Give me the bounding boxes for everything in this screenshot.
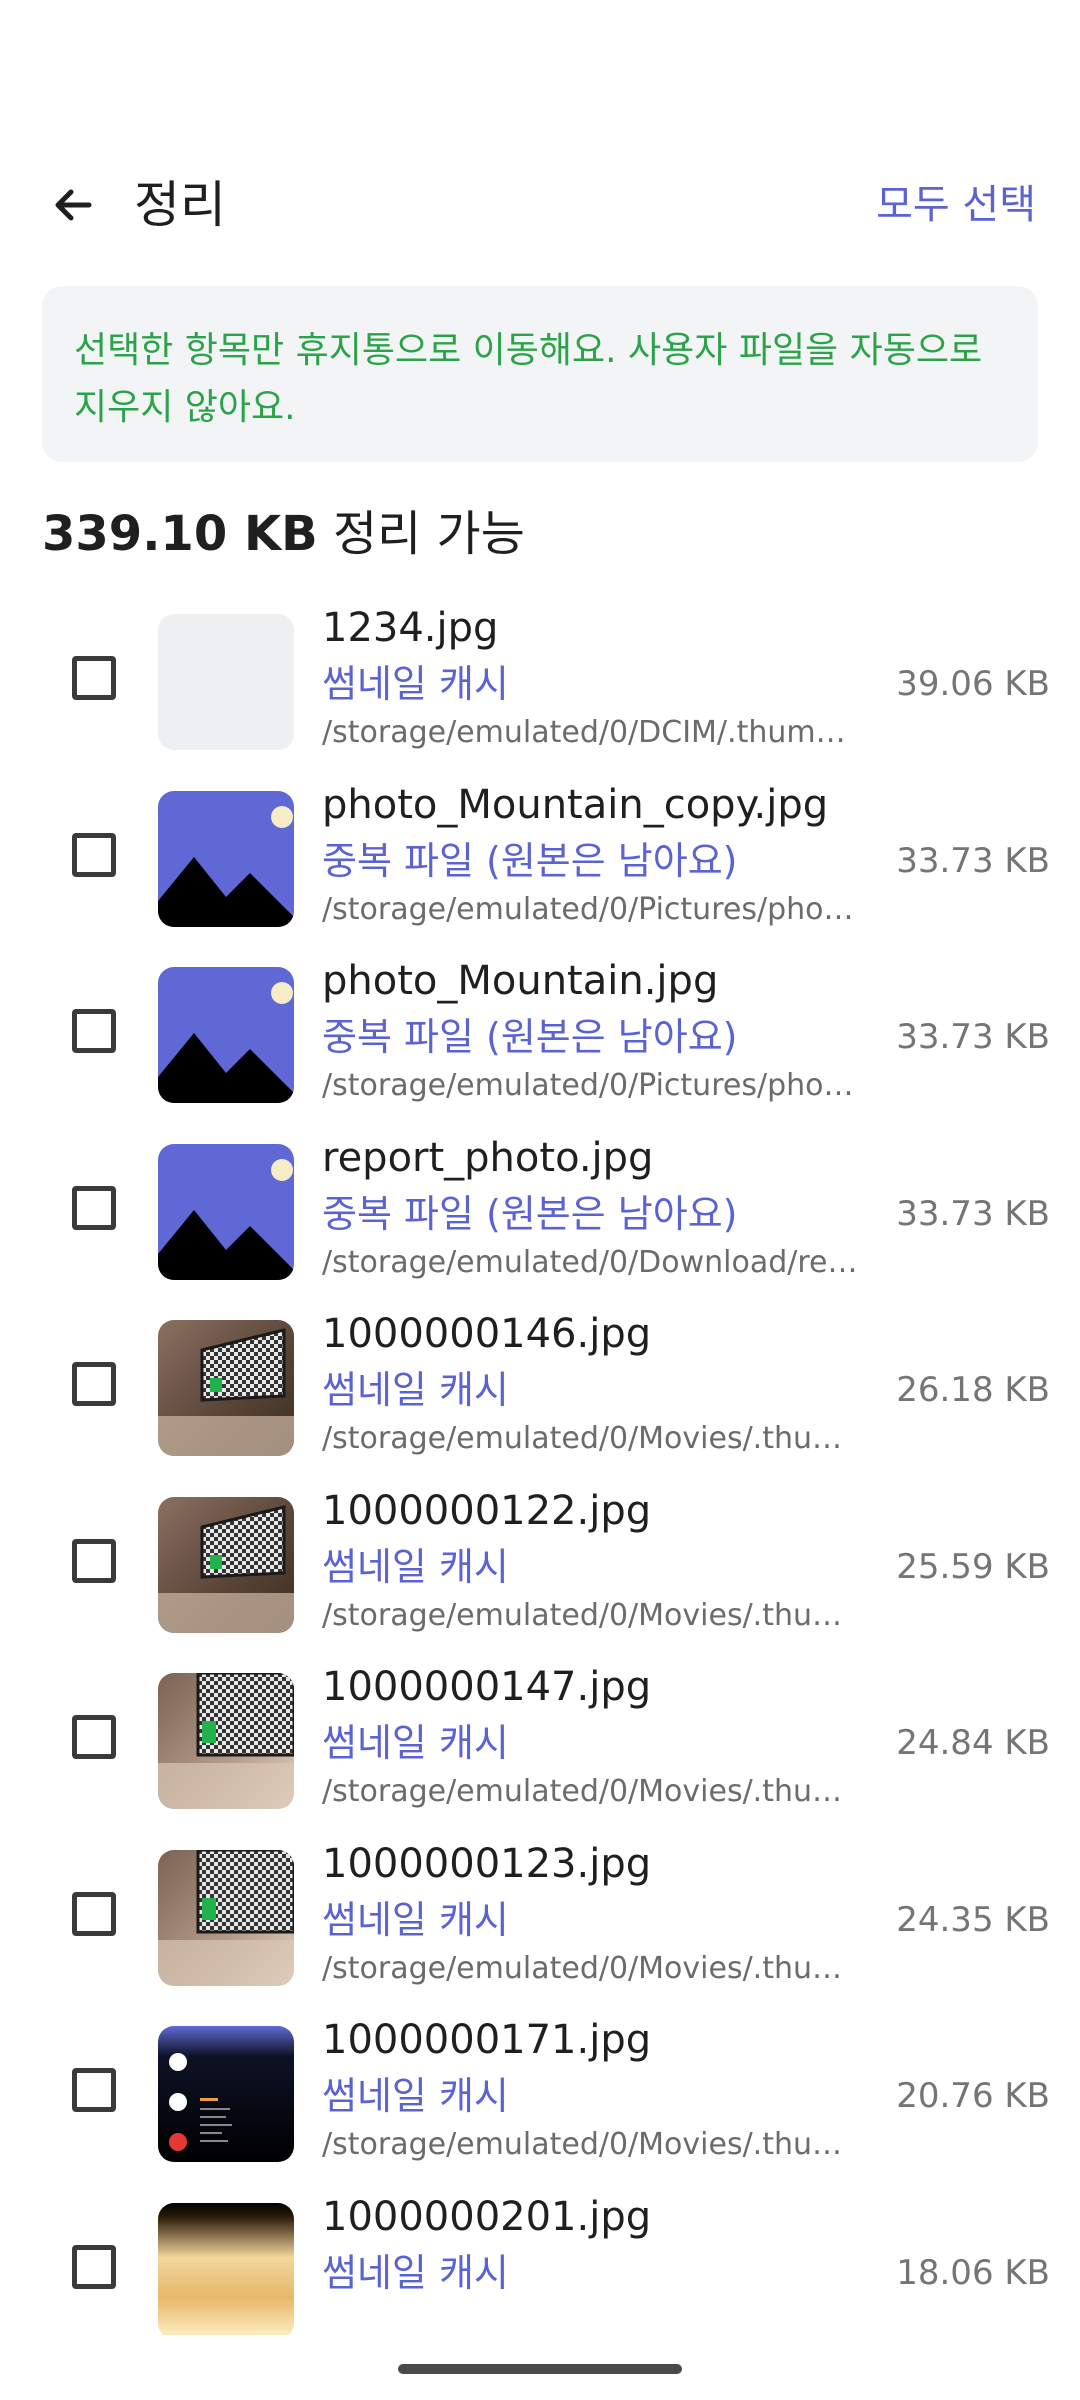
file-thumbnail (158, 614, 294, 750)
file-size: 26.18 KB (896, 1370, 1050, 1410)
file-name: report_photo.jpg (322, 1135, 654, 1181)
file-name: photo_Mountain_copy.jpg (322, 782, 829, 828)
file-path: /storage/emulated/0/Pictures/photo_Mount… (322, 892, 862, 927)
file-thumbnail (158, 1144, 294, 1280)
file-size: 24.84 KB (896, 1723, 1050, 1763)
file-thumbnail (158, 1850, 294, 1986)
file-path: /storage/emulated/0/Movies/.thumbnails/1… (322, 1951, 862, 1986)
list-item[interactable]: report_photo.jpg 중복 파일 (원본은 남아요) /storage/… (0, 1130, 1080, 1310)
file-size: 25.59 KB (896, 1547, 1050, 1587)
file-thumbnail (158, 1320, 294, 1456)
list-item[interactable]: 1234.jpg 썸네일 캐시/storage/emulated/0/DCIM/.… (0, 600, 1080, 780)
file-size: 39.06 KB (896, 664, 1050, 704)
select-checkbox[interactable] (72, 656, 116, 700)
select-checkbox[interactable] (72, 2245, 116, 2289)
select-checkbox[interactable] (72, 1362, 116, 1406)
select-checkbox[interactable] (72, 1009, 116, 1053)
file-list: 1234.jpg 썸네일 캐시/storage/emulated/0/DCIM/.… (0, 600, 1080, 2335)
file-category: 썸네일 캐시 (322, 1898, 509, 1942)
file-path: /storage/emulated/0/Movies/.thumbnails/1… (322, 1598, 862, 1633)
file-thumbnail (158, 2026, 294, 2162)
file-path: /storage/emulated/0/Movies/.thumbnails/1… (322, 1774, 862, 1809)
back-button[interactable] (36, 168, 110, 242)
file-name: 1000000147.jpg (322, 1664, 652, 1710)
select-checkbox[interactable] (72, 1892, 116, 1936)
list-item[interactable]: 1000000171.jpg 썸네일 캐시/storage/emulated/0/… (0, 2012, 1080, 2192)
mountain-icon (158, 806, 294, 927)
page-title: 정리 (134, 176, 226, 234)
mountain-icon (158, 982, 294, 1103)
mountain-icon (158, 1159, 294, 1280)
file-category: 중복 파일 (원본은 남아요) (322, 1015, 738, 1059)
list-item[interactable]: 1000000201.jpg 썸네일 캐시 18.06 KB (0, 2189, 1080, 2335)
tv-room-icon (158, 1505, 294, 1633)
file-category: 썸네일 캐시 (322, 662, 509, 706)
select-all-button[interactable]: 모두 선택 (876, 172, 1036, 238)
file-size: 20.76 KB (896, 2076, 1050, 2116)
file-name: 1000000171.jpg (322, 2017, 652, 2063)
select-checkbox[interactable] (72, 2068, 116, 2112)
file-path: /storage/emulated/0/Pictures/photo_Mount… (322, 1068, 862, 1103)
file-thumbnail (158, 791, 294, 927)
tv-room-icon (158, 1850, 294, 1986)
list-item[interactable]: 1000000146.jpg 썸네일 캐시/storage/emulated/0/… (0, 1306, 1080, 1486)
arrow-left-icon (55, 189, 92, 221)
top-app-bar: 정리 모두 선택 (0, 150, 1080, 260)
file-name: 1000000201.jpg (322, 2194, 652, 2240)
file-name: 1000000122.jpg (322, 1488, 652, 1534)
list-item[interactable]: 1000000122.jpg 썸네일 캐시/storage/emulated/0/… (0, 1483, 1080, 1663)
file-name: photo_Mountain.jpg (322, 958, 719, 1004)
file-category: 썸네일 캐시 (322, 2074, 509, 2118)
file-size: 33.73 KB (896, 1194, 1050, 1234)
file-thumbnail (158, 1497, 294, 1633)
file-thumbnail (158, 2203, 294, 2335)
notice-text: 선택한 항목만 휴지통으로 이동해요. 사용자 파일을 자동으로 지우지 않아요… (74, 330, 983, 428)
cleanable-summary: 339.10 KB 정리 가능 (42, 498, 525, 570)
file-path: /storage/emulated/0/DCIM/.thumbnails/123… (322, 715, 862, 750)
file-path: /storage/emulated/0/Download/report_phot… (322, 1245, 862, 1280)
file-path: /storage/emulated/0/Movies/.thumbnails/1… (322, 2127, 862, 2162)
file-name: 1000000123.jpg (322, 1841, 652, 1887)
cleanable-label: 정리 가능 (332, 506, 525, 562)
select-checkbox[interactable] (72, 833, 116, 877)
select-checkbox[interactable] (72, 1186, 116, 1230)
list-item[interactable]: photo_Mountain_copy.jpg 중복 파일 (원본은 남아요) /s… (0, 777, 1080, 957)
file-category: 중복 파일 (원본은 남아요) (322, 1192, 738, 1236)
list-item[interactable]: photo_Mountain.jpg 중복 파일 (원본은 남아요) /storag… (0, 953, 1080, 1133)
file-category: 중복 파일 (원본은 남아요) (322, 839, 738, 883)
file-name: 1000000146.jpg (322, 1311, 652, 1357)
file-size: 33.73 KB (896, 841, 1050, 881)
file-category: 썸네일 캐시 (322, 2251, 509, 2295)
file-size: 33.73 KB (896, 1017, 1050, 1057)
file-size: 24.35 KB (896, 1900, 1050, 1940)
file-thumbnail (158, 1673, 294, 1809)
file-name: 1234.jpg (322, 605, 499, 651)
gesture-navigation-bar[interactable] (398, 2364, 682, 2374)
list-item[interactable]: 1000000123.jpg 썸네일 캐시/storage/emulated/0/… (0, 1836, 1080, 2016)
app-menu-screenshot-icon (169, 2053, 232, 2151)
tv-room-icon (158, 1328, 294, 1456)
file-size: 18.06 KB (896, 2253, 1050, 2293)
select-checkbox[interactable] (72, 1715, 116, 1759)
list-item[interactable]: 1000000147.jpg 썸네일 캐시/storage/emulated/0/… (0, 1659, 1080, 1839)
info-notice: 선택한 항목만 휴지통으로 이동해요. 사용자 파일을 자동으로 지우지 않아요… (42, 286, 1038, 462)
file-category: 썸네일 캐시 (322, 1721, 509, 1765)
file-category: 썸네일 캐시 (322, 1545, 509, 1589)
file-thumbnail (158, 967, 294, 1103)
cleanable-size: 339.10 KB (42, 506, 318, 562)
select-checkbox[interactable] (72, 1539, 116, 1583)
file-category: 썸네일 캐시 (322, 1368, 509, 1412)
file-path: /storage/emulated/0/Movies/.thumbnails/1… (322, 1421, 862, 1456)
tv-room-icon (158, 1673, 294, 1809)
